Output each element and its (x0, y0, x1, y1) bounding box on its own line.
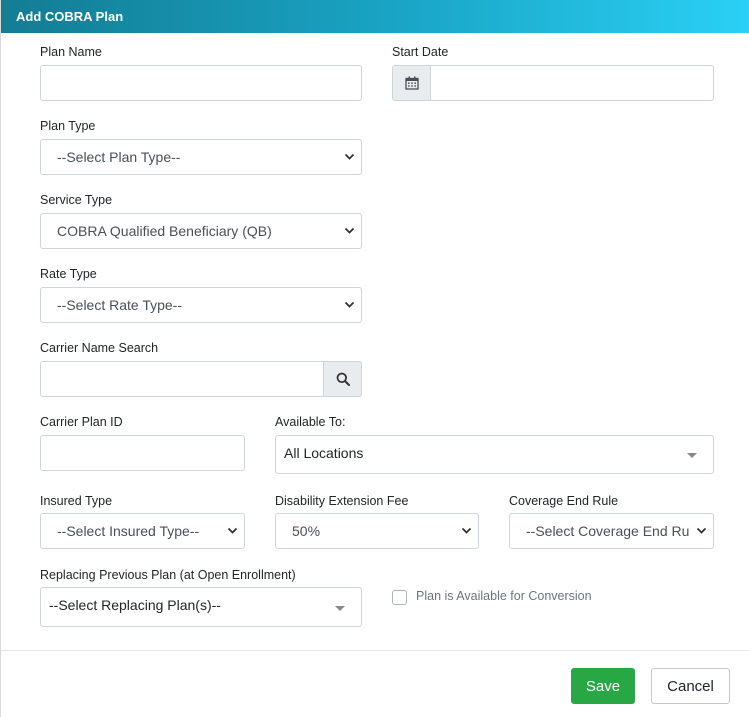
available-to-label: Available To: (275, 415, 346, 429)
rate-type-selected: --Select Rate Type-- (57, 297, 183, 313)
start-date-label: Start Date (392, 45, 449, 59)
chevron-down-icon (461, 514, 472, 548)
chevron-down-icon (344, 140, 355, 174)
plan-name-input[interactable] (40, 65, 362, 101)
chevron-down-icon (227, 514, 238, 548)
disability-extension-fee-label: Disability Extension Fee (275, 494, 409, 508)
footer-divider (1, 650, 749, 651)
service-type-selected: COBRA Qualified Beneficiary (QB) (57, 223, 272, 239)
service-type-select[interactable]: COBRA Qualified Beneficiary (QB) (40, 213, 362, 249)
search-icon (336, 372, 350, 386)
chevron-down-icon (687, 453, 697, 458)
chevron-down-icon (696, 514, 707, 548)
service-type-label: Service Type (40, 193, 113, 207)
insured-type-label: Insured Type (40, 494, 113, 508)
conversion-checkbox[interactable] (392, 590, 407, 605)
chevron-down-icon (344, 214, 355, 248)
coverage-end-rule-label: Coverage End Rule (509, 494, 619, 508)
calendar-button[interactable] (392, 65, 431, 101)
coverage-end-rule-selected: --Select Coverage End Ru (526, 523, 690, 539)
insured-type-selected: --Select Insured Type-- (57, 523, 200, 539)
rate-type-select[interactable]: --Select Rate Type-- (40, 287, 362, 323)
available-to-select[interactable]: All Locations (275, 435, 714, 474)
plan-type-selected: --Select Plan Type-- (57, 149, 181, 165)
carrier-name-search-label: Carrier Name Search (40, 341, 159, 355)
modal-title: Add COBRA Plan (1, 0, 749, 33)
replacing-plan-selected: --Select Replacing Plan(s)-- (49, 597, 221, 613)
coverage-end-rule-select[interactable]: --Select Coverage End Ru (509, 513, 714, 549)
start-date-input[interactable] (430, 65, 714, 101)
insured-type-select[interactable]: --Select Insured Type-- (40, 513, 245, 549)
disability-extension-fee-selected: 50% (292, 523, 321, 539)
carrier-search-button[interactable] (323, 361, 362, 397)
add-cobra-plan-modal: Add COBRA Plan Plan Name Start Date Plan… (0, 0, 749, 717)
chevron-down-icon (344, 288, 355, 322)
carrier-plan-id-input[interactable] (40, 435, 245, 471)
carrier-plan-id-label: Carrier Plan ID (40, 415, 123, 429)
conversion-label[interactable]: Plan is Available for Conversion (416, 589, 592, 603)
calendar-icon (404, 76, 419, 90)
plan-type-label: Plan Type (40, 119, 96, 133)
save-button[interactable]: Save (571, 668, 635, 704)
available-to-selected: All Locations (284, 445, 364, 461)
cancel-button[interactable]: Cancel (651, 668, 730, 704)
rate-type-label: Rate Type (40, 267, 97, 281)
chevron-down-icon (335, 606, 345, 611)
disability-extension-fee-select[interactable]: 50% (275, 513, 479, 549)
replacing-plan-select[interactable]: --Select Replacing Plan(s)-- (40, 587, 362, 627)
plan-type-select[interactable]: --Select Plan Type-- (40, 139, 362, 175)
plan-name-label: Plan Name (40, 45, 102, 59)
replacing-previous-plan-label: Replacing Previous Plan (at Open Enrollm… (40, 568, 296, 582)
carrier-name-search-input[interactable] (40, 361, 324, 397)
